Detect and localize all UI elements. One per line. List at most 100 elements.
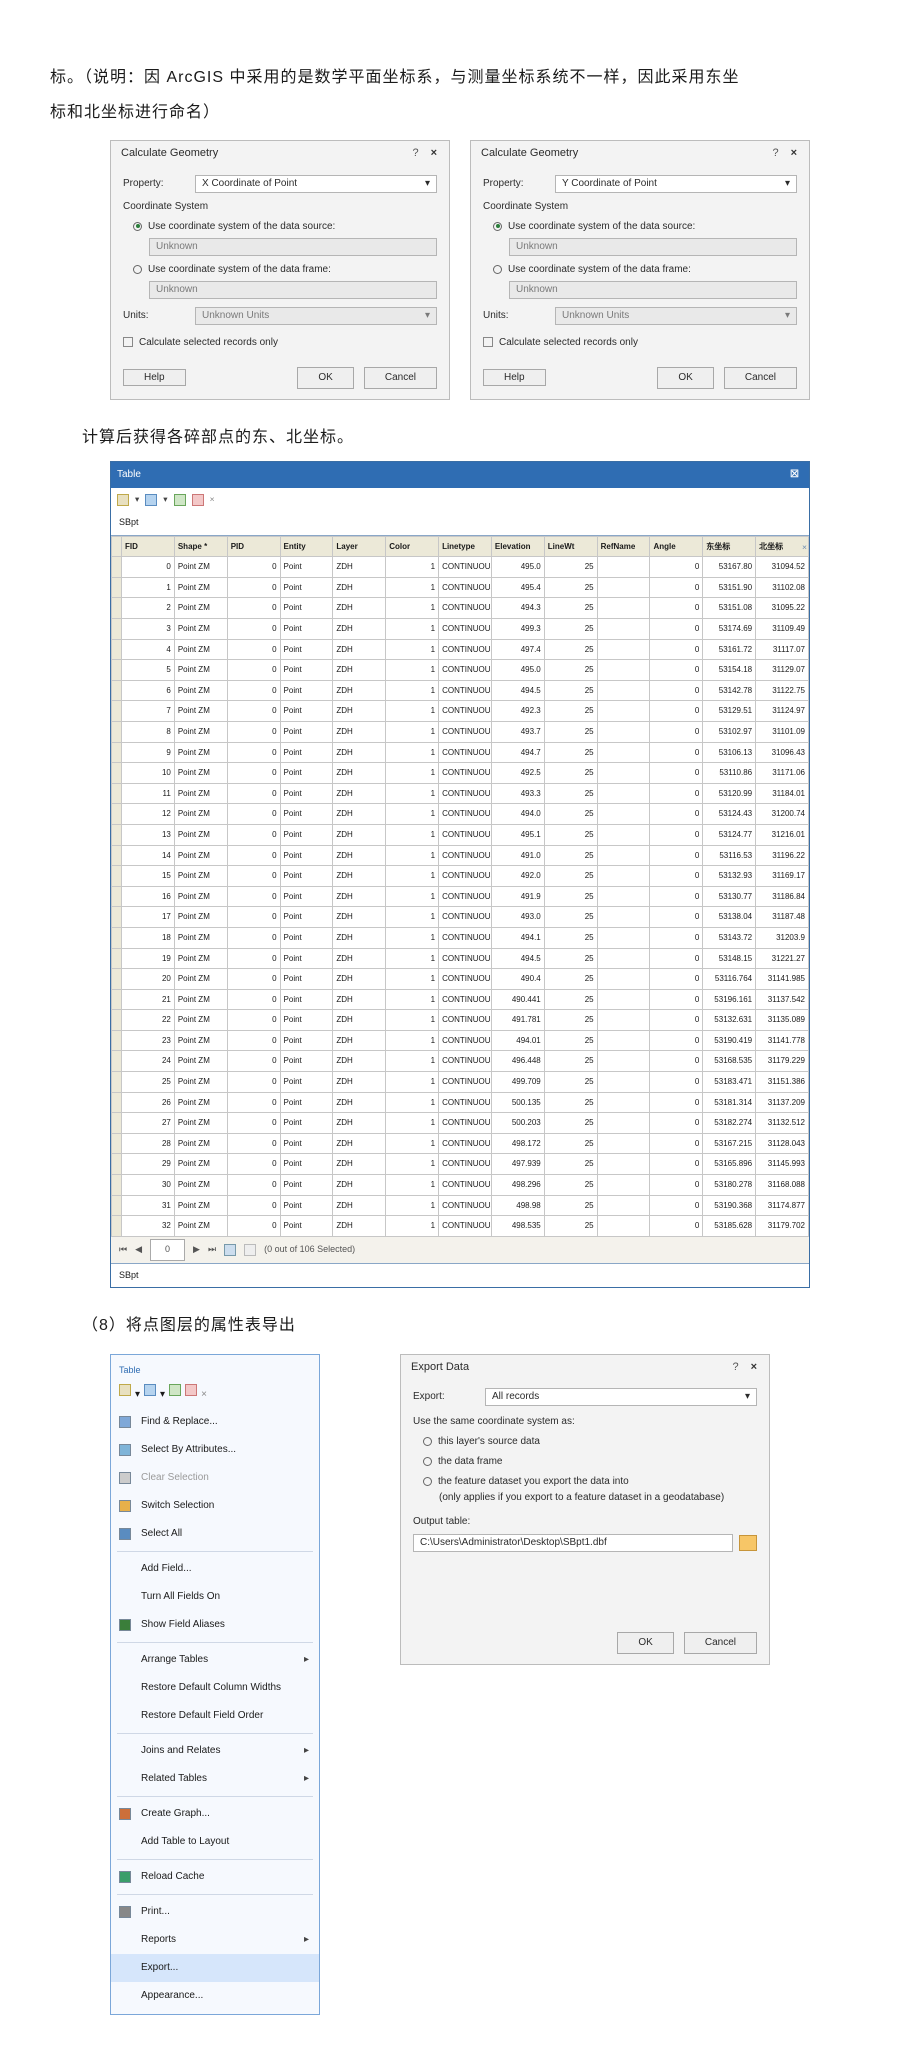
table-row[interactable]: 24Point ZM0PointZDH1CONTINUOUS496.448250… <box>112 1051 809 1072</box>
radio-data-source[interactable]: Use coordinate system of the data source… <box>133 219 437 235</box>
menu-item[interactable]: Show Field Aliases <box>111 1611 319 1639</box>
table-row[interactable]: 0Point ZM0PointZDH1CONTINUOUS495.0250531… <box>112 557 809 578</box>
options-icon[interactable] <box>117 494 129 506</box>
menu-item[interactable]: Joins and Relates▸ <box>111 1737 319 1765</box>
close-icon[interactable]: × <box>747 1359 761 1377</box>
table-row[interactable]: 27Point ZM0PointZDH1CONTINUOUS500.203250… <box>112 1113 809 1134</box>
table-row[interactable]: 11Point ZM0PointZDH1CONTINUOUS493.325053… <box>112 783 809 804</box>
table-row[interactable]: 3Point ZM0PointZDH1CONTINUOUS499.3250531… <box>112 619 809 640</box>
menu-item[interactable]: Print... <box>111 1898 319 1926</box>
column-header[interactable]: 北坐标 <box>756 536 809 557</box>
close-icon[interactable]: × <box>427 145 441 163</box>
menu-item[interactable]: Switch Selection <box>111 1492 319 1520</box>
nav-last-icon[interactable]: ⏭ <box>208 1240 216 1260</box>
help-icon[interactable]: ? <box>404 145 426 163</box>
calc-selected-checkbox[interactable]: Calculate selected records only <box>483 335 797 351</box>
selected-records-icon[interactable] <box>244 1244 256 1256</box>
help-button[interactable]: Help <box>483 369 546 386</box>
menu-item[interactable]: Restore Default Column Widths <box>111 1674 319 1702</box>
table-row[interactable]: 2Point ZM0PointZDH1CONTINUOUS494.3250531… <box>112 598 809 619</box>
related-icon[interactable] <box>174 494 186 506</box>
radio-data-frame[interactable]: Use coordinate system of the data frame: <box>493 262 797 278</box>
menu-item[interactable]: Turn All Fields On <box>111 1583 319 1611</box>
table-row[interactable]: 9Point ZM0PointZDH1CONTINUOUS494.7250531… <box>112 742 809 763</box>
column-header[interactable]: Layer <box>333 536 386 557</box>
help-button[interactable]: Help <box>123 369 186 386</box>
table-row[interactable]: 30Point ZM0PointZDH1CONTINUOUS498.296250… <box>112 1175 809 1196</box>
table-row[interactable]: 4Point ZM0PointZDH1CONTINUOUS497.4250531… <box>112 639 809 660</box>
column-header[interactable]: LineWt <box>544 536 597 557</box>
table-row[interactable]: 6Point ZM0PointZDH1CONTINUOUS494.5250531… <box>112 680 809 701</box>
radio-data-source[interactable]: Use coordinate system of the data source… <box>493 219 797 235</box>
table-row[interactable]: 31Point ZM0PointZDH1CONTINUOUS498.982505… <box>112 1195 809 1216</box>
menu-item[interactable]: Create Graph... <box>111 1800 319 1828</box>
column-header[interactable]: Shape * <box>174 536 227 557</box>
column-header[interactable]: Angle <box>650 536 703 557</box>
ok-button[interactable]: OK <box>617 1632 673 1654</box>
table-row[interactable]: 17Point ZM0PointZDH1CONTINUOUS493.025053… <box>112 907 809 928</box>
close-icon[interactable]: ☒ <box>786 464 803 486</box>
menu-item[interactable]: Reload Cache <box>111 1863 319 1891</box>
help-icon[interactable]: ? <box>764 145 786 163</box>
all-records-icon[interactable] <box>224 1244 236 1256</box>
table-row[interactable]: 23Point ZM0PointZDH1CONTINUOUS494.012505… <box>112 1030 809 1051</box>
table-tab[interactable]: SBpt <box>111 511 809 536</box>
selection-icon[interactable] <box>144 1384 156 1396</box>
data-table[interactable]: FIDShape *PIDEntityLayerColorLinetypeEle… <box>111 536 809 1237</box>
column-header[interactable]: PID <box>227 536 280 557</box>
record-counter[interactable]: 0 <box>150 1239 185 1261</box>
folder-icon[interactable] <box>739 1535 757 1551</box>
radio-data-frame[interactable]: Use coordinate system of the data frame: <box>133 262 437 278</box>
menu-item[interactable]: Appearance... <box>111 1982 319 2010</box>
table-row[interactable]: 18Point ZM0PointZDH1CONTINUOUS494.125053… <box>112 927 809 948</box>
menu-item[interactable]: Arrange Tables▸ <box>111 1646 319 1674</box>
column-header[interactable]: 东坐标 <box>703 536 756 557</box>
table-row[interactable]: 16Point ZM0PointZDH1CONTINUOUS491.925053… <box>112 886 809 907</box>
table-row[interactable]: 7Point ZM0PointZDH1CONTINUOUS492.3250531… <box>112 701 809 722</box>
output-path-input[interactable]: C:\Users\Administrator\Desktop\SBpt1.dbf <box>413 1534 733 1552</box>
table-row[interactable]: 8Point ZM0PointZDH1CONTINUOUS493.7250531… <box>112 721 809 742</box>
ok-button[interactable]: OK <box>297 367 353 389</box>
tool-icon[interactable] <box>185 1384 197 1396</box>
menu-item[interactable]: Add Field... <box>111 1555 319 1583</box>
cancel-button[interactable]: Cancel <box>364 367 437 389</box>
cancel-button[interactable]: Cancel <box>684 1632 757 1654</box>
table-row[interactable]: 19Point ZM0PointZDH1CONTINUOUS494.525053… <box>112 948 809 969</box>
table-row[interactable]: 15Point ZM0PointZDH1CONTINUOUS492.025053… <box>112 866 809 887</box>
table-row[interactable]: 25Point ZM0PointZDH1CONTINUOUS499.709250… <box>112 1072 809 1093</box>
ok-button[interactable]: OK <box>657 367 713 389</box>
table-row[interactable]: 10Point ZM0PointZDH1CONTINUOUS492.525053… <box>112 763 809 784</box>
table-row[interactable]: 29Point ZM0PointZDH1CONTINUOUS497.939250… <box>112 1154 809 1175</box>
table-tab-bottom[interactable]: SBpt <box>111 1263 809 1288</box>
help-icon[interactable]: ? <box>724 1359 746 1377</box>
menu-item[interactable]: Export... <box>111 1954 319 1982</box>
cancel-button[interactable]: Cancel <box>724 367 797 389</box>
table-row[interactable]: 13Point ZM0PointZDH1CONTINUOUS495.125053… <box>112 824 809 845</box>
radio-data-frame[interactable]: the data frame <box>423 1454 757 1470</box>
table-row[interactable]: 20Point ZM0PointZDH1CONTINUOUS490.425053… <box>112 969 809 990</box>
menu-item[interactable]: Select All <box>111 1520 319 1548</box>
column-header[interactable]: Entity <box>280 536 333 557</box>
export-select[interactable]: All records ▾ <box>485 1388 757 1406</box>
radio-layer-source[interactable]: this layer's source data <box>423 1434 757 1450</box>
table-row[interactable]: 1Point ZM0PointZDH1CONTINUOUS495.4250531… <box>112 577 809 598</box>
table-row[interactable]: 21Point ZM0PointZDH1CONTINUOUS490.441250… <box>112 989 809 1010</box>
close-icon[interactable]: × <box>787 145 801 163</box>
nav-prev-icon[interactable]: ◀ <box>135 1240 142 1260</box>
column-header[interactable]: FID <box>122 536 175 557</box>
radio-feature-dataset[interactable]: the feature dataset you export the data … <box>423 1474 757 1506</box>
selection-icon[interactable] <box>145 494 157 506</box>
close-tab-icon[interactable]: × <box>802 538 807 557</box>
options-icon[interactable] <box>119 1384 131 1396</box>
column-header[interactable]: RefName <box>597 536 650 557</box>
column-header[interactable]: Elevation <box>491 536 544 557</box>
menu-item[interactable]: Add Table to Layout <box>111 1828 319 1856</box>
related-icon[interactable] <box>169 1384 181 1396</box>
table-row[interactable]: 12Point ZM0PointZDH1CONTINUOUS494.025053… <box>112 804 809 825</box>
menu-item[interactable]: Select By Attributes... <box>111 1436 319 1464</box>
table-row[interactable]: 28Point ZM0PointZDH1CONTINUOUS498.172250… <box>112 1133 809 1154</box>
column-header[interactable]: Linetype <box>439 536 492 557</box>
table-row[interactable]: 14Point ZM0PointZDH1CONTINUOUS491.025053… <box>112 845 809 866</box>
table-row[interactable]: 22Point ZM0PointZDH1CONTINUOUS491.781250… <box>112 1010 809 1031</box>
table-row[interactable]: 5Point ZM0PointZDH1CONTINUOUS495.0250531… <box>112 660 809 681</box>
